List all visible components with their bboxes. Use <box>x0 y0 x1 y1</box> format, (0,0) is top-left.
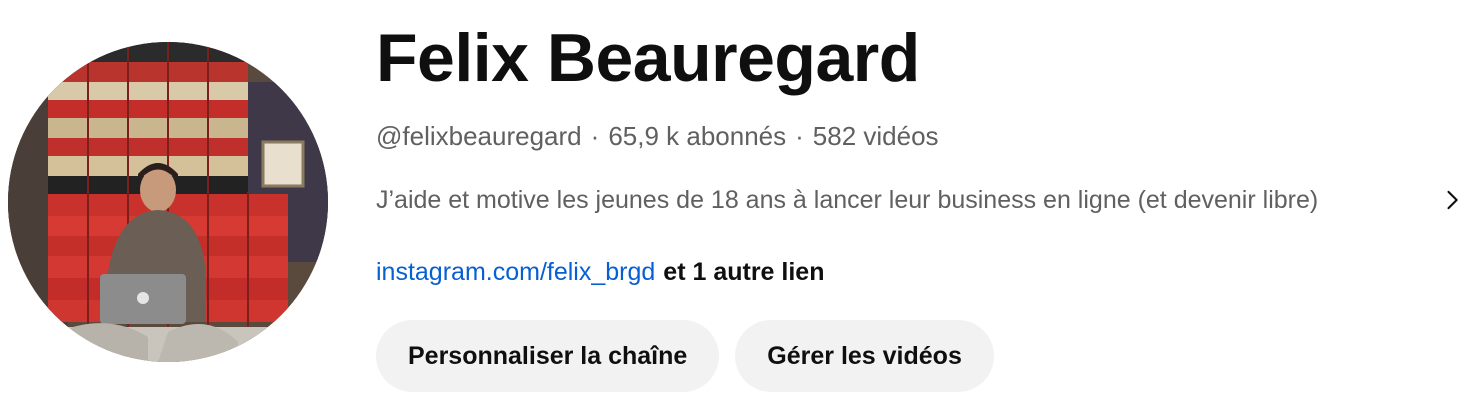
meta-separator: · <box>590 121 600 151</box>
meta-separator: · <box>795 121 804 151</box>
channel-meta: @felixbeauregard · 65,9 k abonnés · 582 vidé… <box>376 118 939 154</box>
more-links[interactable]: et 1 autre lien <box>663 258 824 286</box>
customize-channel-button[interactable]: Personnaliser la chaîne <box>376 320 720 392</box>
channel-links: instagram.com/felix_brgd et 1 autre lien <box>376 254 824 290</box>
manage-videos-button[interactable]: Gérer les vidéos <box>735 320 994 392</box>
channel-name: Felix Beauregard <box>376 20 920 96</box>
subscriber-count: 65,9 k abonnés <box>608 121 787 151</box>
channel-actions: Personnaliser la chaîne Gérer les vidéos <box>376 320 994 392</box>
channel-description[interactable]: J’aide et motive les jeunes de 18 ans à … <box>376 182 1466 218</box>
channel-handle: @felixbeauregard <box>376 121 582 151</box>
channel-avatar[interactable] <box>8 42 328 362</box>
description-text: J’aide et motive les jeunes de 18 ans à … <box>376 186 1319 214</box>
instagram-link[interactable]: instagram.com/felix_brgd <box>376 258 655 286</box>
avatar-photo <box>8 42 328 362</box>
chevron-right-icon[interactable] <box>1438 186 1466 214</box>
video-count: 582 vidéos <box>812 121 939 151</box>
